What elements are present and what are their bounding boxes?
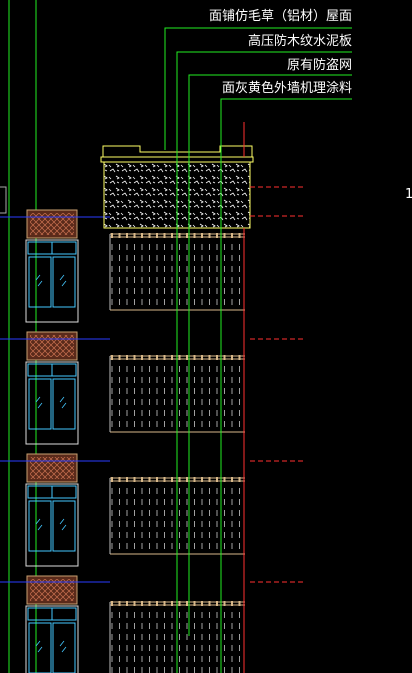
leader-cement-board: [176, 51, 352, 673]
annotation-anti-theft-net: 原有防盗网: [287, 57, 352, 73]
annotation-cement-board: 高压防木纹水泥板: [248, 33, 352, 49]
window-unit: [25, 209, 79, 323]
window-unit: [25, 575, 79, 673]
edge-mark: 1: [405, 187, 412, 202]
window-column: [25, 209, 79, 673]
elevation-drawing: 面铺仿毛草（铝材）屋面 高压防木纹水泥板 原有防盗网 面灰黄色外墙机理涂料 1: [0, 0, 412, 673]
axis-red-dashed: [250, 186, 303, 583]
window-unit: [25, 331, 79, 445]
window-unit: [25, 453, 79, 567]
leader-lines: [164, 27, 352, 673]
annotation-wall-coating: 面灰黄色外墙机理涂料: [222, 80, 352, 96]
annotation-roof-finish: 面铺仿毛草（铝材）屋面: [209, 9, 352, 24]
edge-box: [0, 186, 7, 214]
